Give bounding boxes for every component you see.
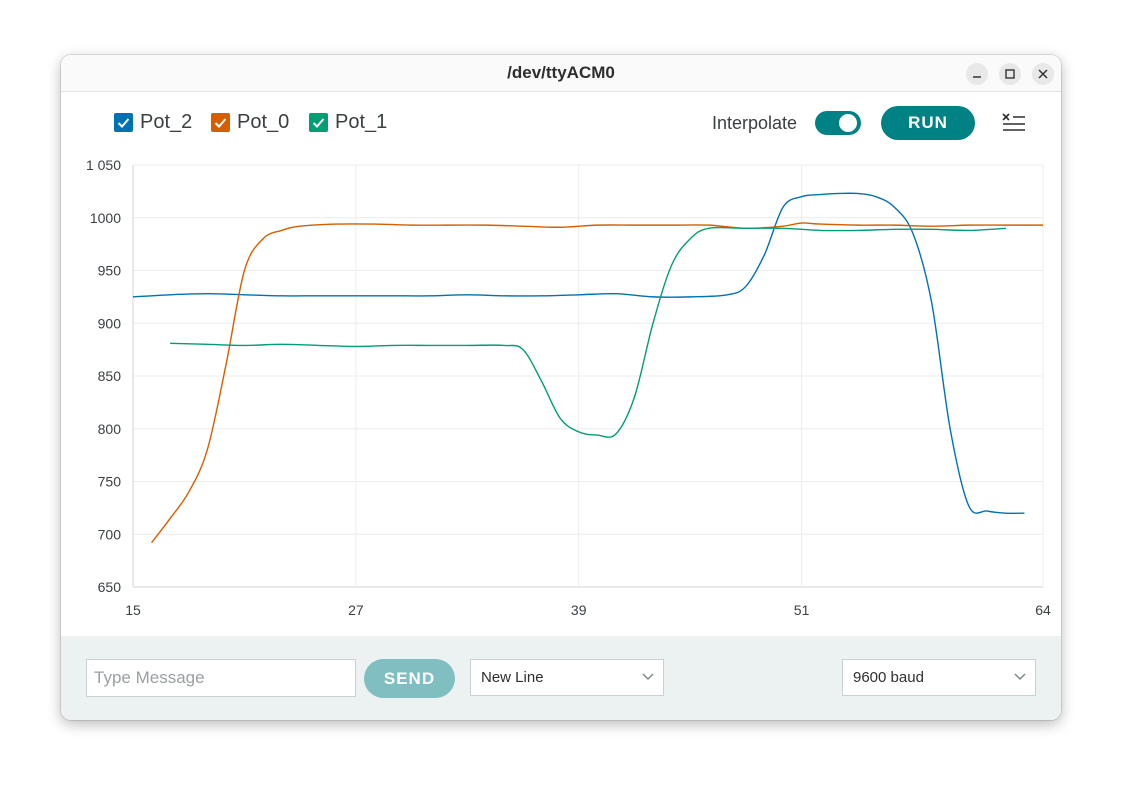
close-icon: [1038, 69, 1048, 79]
legend-label: Pot_0: [237, 111, 290, 133]
checkbox-checked-icon: [114, 113, 133, 132]
chevron-down-icon: [1014, 673, 1026, 680]
message-input[interactable]: [86, 659, 356, 697]
message-bar: SEND New Line 9600 baud: [61, 636, 1061, 720]
line-ending-select[interactable]: New Line: [470, 659, 664, 696]
run-button[interactable]: RUN: [881, 106, 975, 140]
checkbox-checked-icon: [211, 113, 230, 132]
y-tick-label: 700: [98, 526, 122, 542]
serial-plot-chart: 650 700 750 800 850 900 950 1000 1 050 15 27 39 51 64: [86, 157, 1051, 618]
plotter-window: /dev/ttyACM0 Pot_2 Pot_0 Pot_1 Interpola…: [61, 55, 1061, 720]
y-tick-label: 1000: [90, 210, 121, 226]
legend-label: Pot_2: [140, 111, 193, 133]
interpolate-label: Interpolate: [712, 113, 798, 133]
window-title: /dev/ttyACM0: [507, 63, 615, 82]
send-button[interactable]: SEND: [364, 659, 455, 698]
checkbox-checked-icon: [309, 113, 328, 132]
y-tick-label: 950: [98, 263, 122, 279]
baud-rate-select[interactable]: 9600 baud: [842, 659, 1036, 696]
clear-list-icon[interactable]: [1001, 110, 1027, 136]
baud-rate-value: 9600 baud: [853, 669, 924, 686]
x-tick-label: 64: [1035, 602, 1051, 618]
x-tick-label: 15: [125, 602, 141, 618]
x-tick-label: 51: [794, 602, 810, 618]
y-tick-label: 900: [98, 315, 122, 331]
y-tick-label: 850: [98, 368, 122, 384]
y-tick-label: 800: [98, 421, 122, 437]
x-tick-label: 39: [571, 602, 587, 618]
x-tick-label: 27: [348, 602, 364, 618]
toggle-knob: [839, 114, 857, 132]
close-button[interactable]: [1032, 63, 1054, 85]
y-tick-label: 650: [98, 579, 122, 595]
maximize-icon: [1005, 69, 1015, 79]
y-tick-label: 1 050: [86, 157, 121, 173]
series-line-pot-1: [170, 226, 1006, 438]
maximize-button[interactable]: [999, 63, 1021, 85]
interpolate-toggle[interactable]: [815, 111, 861, 135]
legend-label: Pot_1: [335, 111, 388, 133]
chevron-down-icon: [642, 673, 654, 680]
title-bar: /dev/ttyACM0: [61, 55, 1061, 92]
y-tick-label: 750: [98, 474, 122, 490]
minimize-icon: [973, 76, 981, 78]
minimize-button[interactable]: [966, 63, 988, 85]
line-ending-value: New Line: [481, 669, 544, 686]
